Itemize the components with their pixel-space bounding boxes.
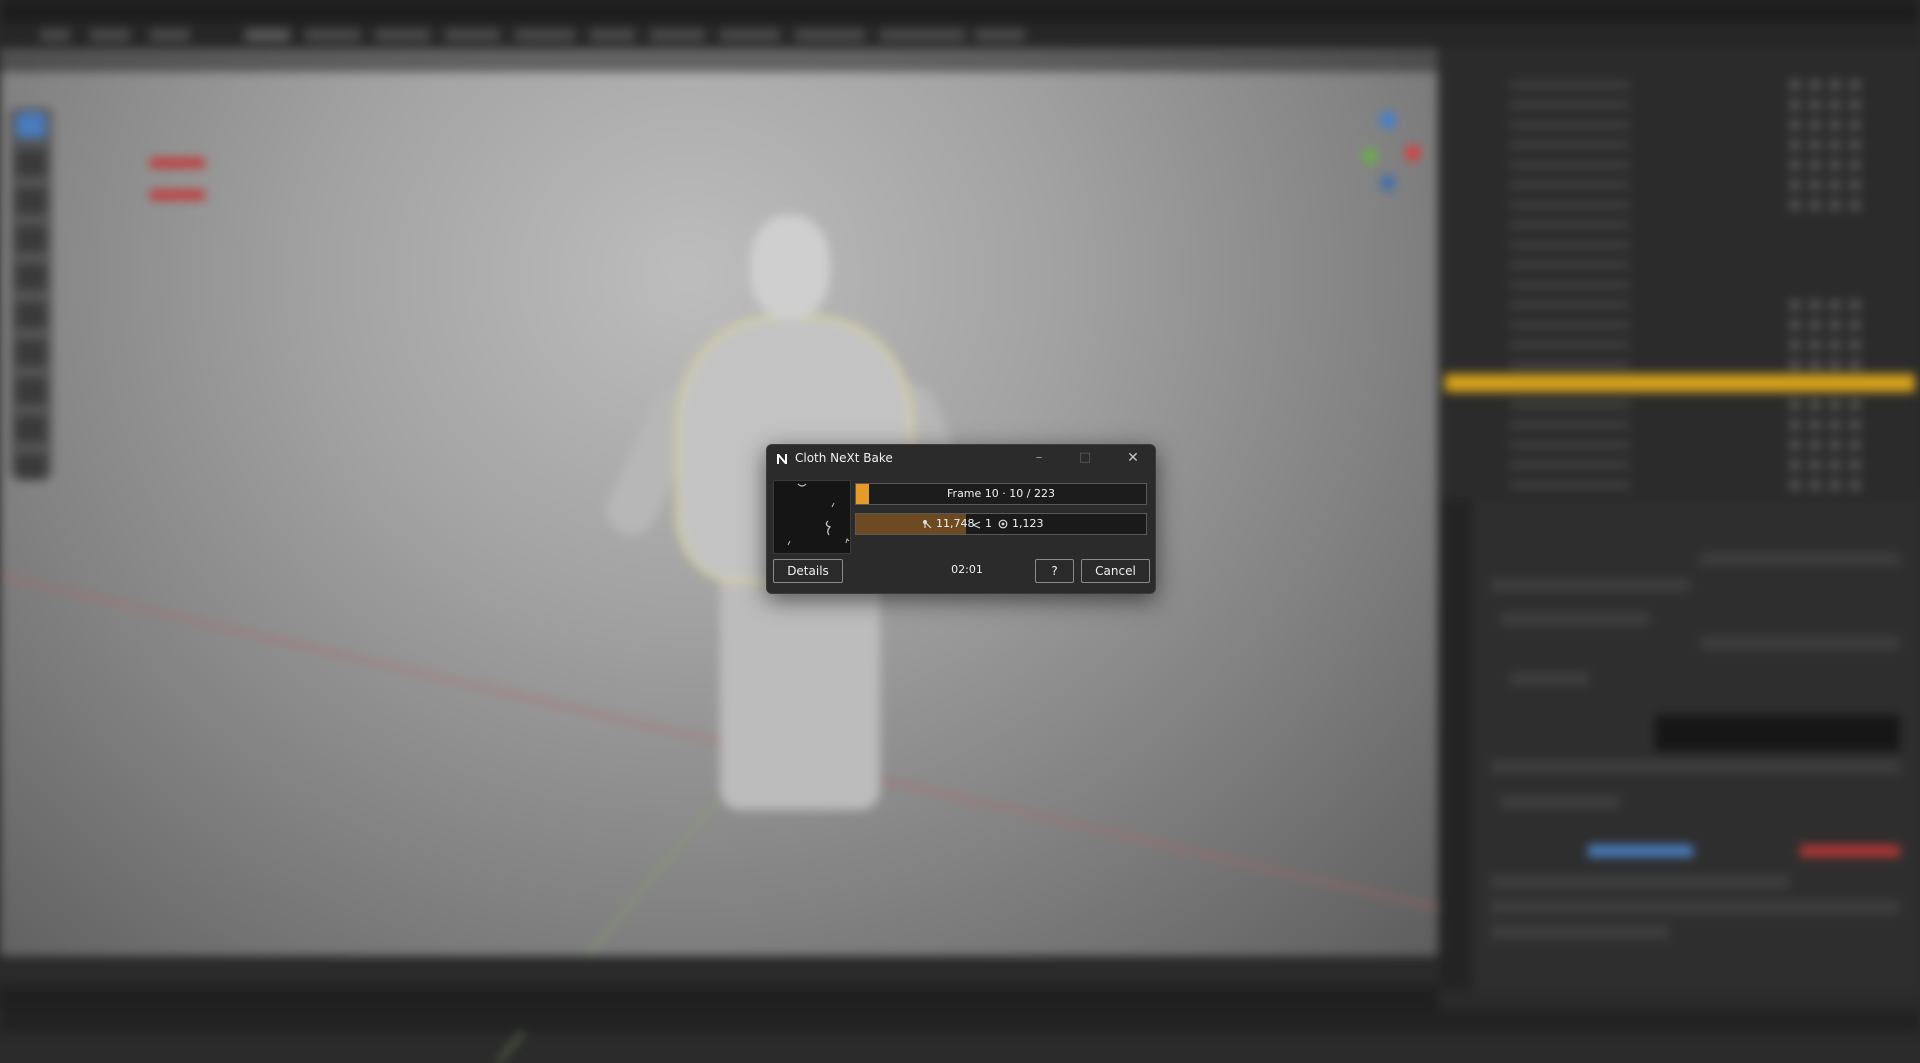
timeline-controls	[0, 956, 1438, 986]
vertex-icon	[922, 519, 932, 529]
outliner-row[interactable]	[1450, 98, 1910, 112]
menu-item[interactable]	[40, 29, 70, 41]
outliner-row[interactable]	[1450, 418, 1910, 432]
property-field[interactable]	[1490, 760, 1900, 774]
viewport-header	[0, 48, 1438, 72]
elapsed-timer: 02:01	[951, 563, 983, 576]
add-tool-button[interactable]	[16, 416, 46, 442]
character-legs	[720, 560, 880, 810]
vertices-count: 11,748	[936, 517, 975, 530]
vertices-stat: 11,748	[922, 514, 975, 534]
extra-tool-button[interactable]	[16, 454, 46, 480]
maximize-icon[interactable]: □	[1075, 449, 1095, 467]
cursor-tool-button[interactable]	[16, 150, 46, 176]
details-button[interactable]: Details	[773, 559, 843, 583]
property-field[interactable]	[1490, 925, 1670, 939]
frame-progress-bar: Frame 10 · 10 / 223	[855, 483, 1147, 505]
property-field[interactable]	[1490, 578, 1690, 592]
n-logo-icon	[775, 451, 789, 465]
overlay-stat-value	[150, 158, 205, 168]
rotate-tool-button[interactable]	[16, 226, 46, 252]
outliner-row[interactable]	[1450, 78, 1910, 92]
property-value-box[interactable]	[1655, 715, 1900, 751]
outliner-row[interactable]	[1450, 398, 1910, 412]
outliner-row[interactable]	[1450, 218, 1910, 232]
workspace-tab[interactable]	[650, 29, 705, 41]
dialog-title: Cloth NeXt Bake	[795, 451, 893, 465]
bake-preview-thumbnail	[773, 480, 851, 554]
property-field[interactable]	[1700, 636, 1900, 650]
measure-tool-button[interactable]	[16, 378, 46, 404]
outliner-row-selected[interactable]	[1445, 374, 1915, 392]
properties-tabs	[1440, 500, 1472, 990]
collision-icon	[998, 519, 1008, 529]
objects-stat: 1	[972, 514, 992, 534]
outliner-row[interactable]	[1450, 458, 1910, 472]
gizmo-x-axis-icon[interactable]	[1405, 145, 1421, 161]
select-tool-button[interactable]	[16, 112, 46, 138]
collisions-stat: 1,123	[998, 514, 1044, 534]
objects-count: 1	[985, 517, 992, 530]
gizmo-z-axis-icon[interactable]	[1380, 112, 1396, 128]
property-field[interactable]	[1500, 612, 1650, 626]
outliner-row[interactable]	[1450, 298, 1910, 312]
cloth-next-bake-dialog: Cloth NeXt Bake – □ ✕ Frame 10 · 10 / 22…	[766, 444, 1156, 594]
workspace-tab[interactable]	[375, 29, 430, 41]
outliner-row[interactable]	[1450, 238, 1910, 252]
outliner-row[interactable]	[1450, 178, 1910, 192]
workspace-tab[interactable]	[720, 29, 780, 41]
outliner-row[interactable]	[1450, 158, 1910, 172]
outliner-row[interactable]	[1450, 318, 1910, 332]
property-field[interactable]	[1490, 875, 1790, 889]
outliner-row[interactable]	[1450, 258, 1910, 272]
menu-item[interactable]	[90, 29, 130, 41]
outliner-row[interactable]	[1450, 358, 1910, 372]
outliner-row[interactable]	[1450, 118, 1910, 132]
overlay-stat-value	[150, 190, 205, 200]
workspace-tab[interactable]	[975, 29, 1025, 41]
outliner-row[interactable]	[1450, 278, 1910, 292]
bake-stats-bar: 11,748 1 1,123	[855, 513, 1147, 535]
outliner-row[interactable]	[1450, 138, 1910, 152]
window-title-bar	[0, 0, 1920, 22]
property-field[interactable]	[1700, 552, 1900, 566]
frame-progress-label: Frame 10 · 10 / 223	[947, 487, 1055, 500]
character-head	[750, 215, 830, 320]
close-icon[interactable]: ✕	[1123, 449, 1143, 467]
outliner-row[interactable]	[1450, 478, 1910, 492]
workspace-tab[interactable]	[445, 29, 500, 41]
dialog-title-bar[interactable]: Cloth NeXt Bake – □ ✕	[767, 445, 1155, 473]
property-slider-red[interactable]	[1800, 845, 1900, 857]
workspace-tab[interactable]	[515, 29, 575, 41]
collisions-count: 1,123	[1012, 517, 1044, 530]
gizmo-y-axis-icon[interactable]	[1362, 148, 1378, 164]
workspace-tab[interactable]	[245, 29, 290, 41]
property-field[interactable]	[1490, 900, 1900, 914]
status-bar	[0, 1010, 1920, 1032]
property-field[interactable]	[1510, 672, 1590, 686]
outliner-row[interactable]	[1450, 438, 1910, 452]
workspace-tab[interactable]	[880, 29, 965, 41]
workspace-tab[interactable]	[795, 29, 865, 41]
move-tool-button[interactable]	[16, 188, 46, 214]
menu-item[interactable]	[150, 29, 190, 41]
annotate-tool-button[interactable]	[16, 340, 46, 366]
property-field[interactable]	[1500, 795, 1620, 809]
property-slider-blue[interactable]	[1588, 845, 1693, 857]
outliner-row[interactable]	[1450, 338, 1910, 352]
scale-tool-button[interactable]	[16, 264, 46, 290]
angle-icon	[972, 520, 981, 529]
help-button[interactable]: ?	[1035, 559, 1074, 583]
timeline-ruler[interactable]	[0, 986, 1438, 1010]
outliner-row[interactable]	[1450, 198, 1910, 212]
gizmo-neg-z-icon[interactable]	[1380, 175, 1396, 191]
cancel-button[interactable]: Cancel	[1081, 559, 1150, 583]
workspace-tab[interactable]	[590, 29, 635, 41]
workspace-tab[interactable]	[305, 29, 360, 41]
transform-tool-button[interactable]	[16, 302, 46, 328]
minimize-icon[interactable]: –	[1029, 449, 1049, 467]
